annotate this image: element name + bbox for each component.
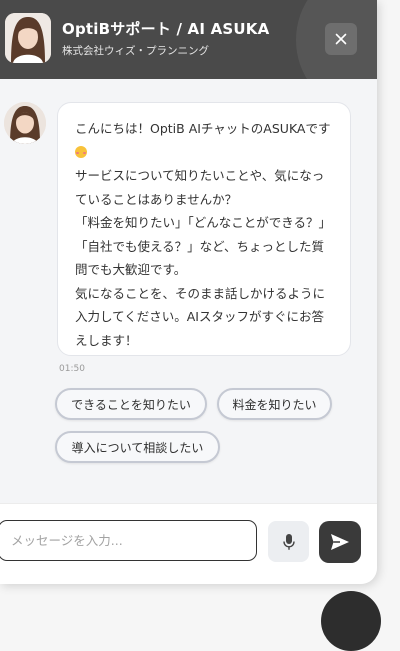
message-text-part-1: こんにちは！OptiB AIチャットのASUKAです [75, 121, 331, 136]
close-button[interactable] [325, 23, 357, 55]
quick-reply-capabilities[interactable]: できることを知りたい [55, 388, 207, 420]
chat-title: OptiBサポート / AI ASUKA [62, 20, 270, 38]
close-icon [335, 33, 347, 45]
bot-message-text: こんにちは！OptiB AIチャットのASUKAです サービスについて知りたいこ… [75, 117, 334, 352]
smiling-face-emoji-icon [75, 145, 87, 158]
message-composer [0, 503, 377, 584]
message-timestamp: 01:50 [59, 364, 85, 374]
company-name: 株式会社ウィズ・プランニング [62, 45, 209, 57]
quick-reply-pricing[interactable]: 料金を知りたい [217, 388, 332, 420]
chat-launcher-button[interactable] [321, 591, 381, 651]
microphone-icon [282, 533, 295, 550]
agent-avatar [5, 13, 51, 63]
message-text-part-2: サービスについて知りたいことや、気になっていることはありませんか？ 「料金を知り… [75, 168, 332, 348]
message-input[interactable] [0, 520, 257, 561]
chat-panel: OptiBサポート / AI ASUKA 株式会社ウィズ・プランニング こんにち… [0, 0, 377, 584]
bot-message-bubble: こんにちは！OptiB AIチャットのASUKAです サービスについて知りたいこ… [57, 102, 351, 356]
bot-avatar [4, 102, 46, 144]
chat-header: OptiBサポート / AI ASUKA 株式会社ウィズ・プランニング [0, 0, 377, 79]
voice-input-button[interactable] [268, 521, 309, 562]
quick-reply-consultation[interactable]: 導入について相談したい [55, 431, 220, 463]
send-button[interactable] [319, 521, 361, 563]
send-icon [331, 534, 349, 550]
